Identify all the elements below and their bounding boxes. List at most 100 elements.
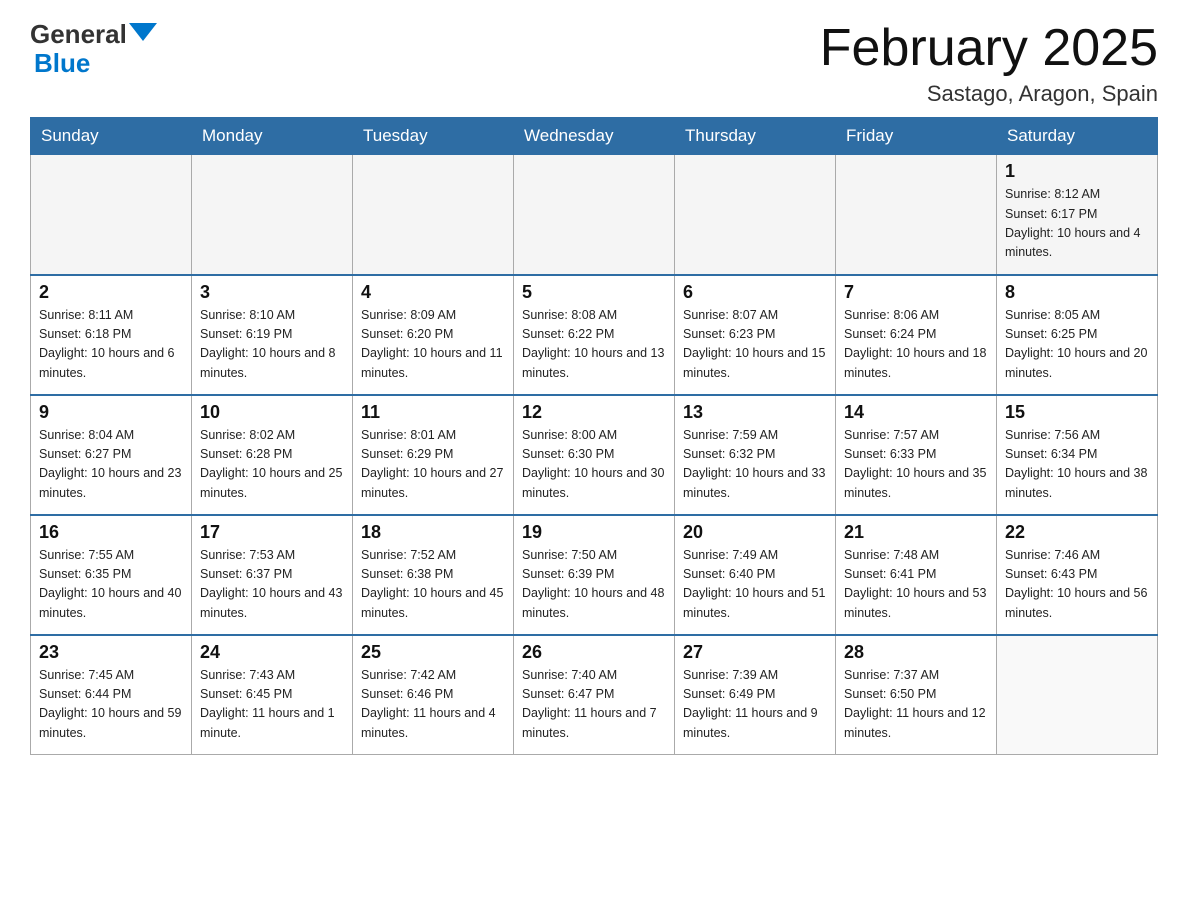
day-number: 28 bbox=[844, 642, 988, 663]
day-number: 16 bbox=[39, 522, 183, 543]
table-row bbox=[836, 155, 997, 275]
day-info: Sunrise: 8:02 AMSunset: 6:28 PMDaylight:… bbox=[200, 426, 344, 504]
day-info: Sunrise: 7:45 AMSunset: 6:44 PMDaylight:… bbox=[39, 666, 183, 744]
day-number: 7 bbox=[844, 282, 988, 303]
day-info: Sunrise: 8:05 AMSunset: 6:25 PMDaylight:… bbox=[1005, 306, 1149, 384]
table-row: 17 Sunrise: 7:53 AMSunset: 6:37 PMDayligh… bbox=[192, 515, 353, 635]
table-row: 18Sunrise: 7:52 AMSunset: 6:38 PMDayligh… bbox=[353, 515, 514, 635]
table-row: 26 Sunrise: 7:40 AMSunset: 6:47 PMDayligh… bbox=[514, 635, 675, 755]
day-number: 22 bbox=[1005, 522, 1149, 543]
logo: General Blue bbox=[30, 20, 157, 77]
table-row: 2 Sunrise: 8:11 AMSunset: 6:18 PMDaylight… bbox=[31, 275, 192, 395]
header-saturday: Saturday bbox=[997, 118, 1158, 155]
table-row bbox=[675, 155, 836, 275]
table-row: 15 Sunrise: 7:56 AMSunset: 6:34 PMDayligh… bbox=[997, 395, 1158, 515]
location-subtitle: Sastago, Aragon, Spain bbox=[820, 81, 1158, 107]
day-info: Sunrise: 7:46 AMSunset: 6:43 PMDaylight:… bbox=[1005, 546, 1149, 624]
day-info: Sunrise: 7:59 AMSunset: 6:32 PMDaylight:… bbox=[683, 426, 827, 504]
table-row bbox=[997, 635, 1158, 755]
day-number: 8 bbox=[1005, 282, 1149, 303]
day-number: 15 bbox=[1005, 402, 1149, 423]
day-info: Sunrise: 7:49 AMSunset: 6:40 PMDaylight:… bbox=[683, 546, 827, 624]
day-number: 4 bbox=[361, 282, 505, 303]
table-row bbox=[31, 155, 192, 275]
table-row: 14Sunrise: 7:57 AMSunset: 6:33 PMDayligh… bbox=[836, 395, 997, 515]
day-number: 21 bbox=[844, 522, 988, 543]
day-number: 13 bbox=[683, 402, 827, 423]
day-number: 24 bbox=[200, 642, 344, 663]
title-block: February 2025 Sastago, Aragon, Spain bbox=[820, 20, 1158, 107]
day-number: 18 bbox=[361, 522, 505, 543]
table-row: 5 Sunrise: 8:08 AMSunset: 6:22 PMDaylight… bbox=[514, 275, 675, 395]
day-number: 11 bbox=[361, 402, 505, 423]
day-info: Sunrise: 7:42 AMSunset: 6:46 PMDaylight:… bbox=[361, 666, 505, 744]
day-number: 2 bbox=[39, 282, 183, 303]
table-row: 22 Sunrise: 7:46 AMSunset: 6:43 PMDayligh… bbox=[997, 515, 1158, 635]
day-info: Sunrise: 8:10 AMSunset: 6:19 PMDaylight:… bbox=[200, 306, 344, 384]
calendar-week-2: 2 Sunrise: 8:11 AMSunset: 6:18 PMDaylight… bbox=[31, 275, 1158, 395]
day-number: 1 bbox=[1005, 161, 1149, 182]
day-info: Sunrise: 8:11 AMSunset: 6:18 PMDaylight:… bbox=[39, 306, 183, 384]
header-tuesday: Tuesday bbox=[353, 118, 514, 155]
table-row: 27 Sunrise: 7:39 AMSunset: 6:49 PMDayligh… bbox=[675, 635, 836, 755]
page-header: General Blue February 2025 Sastago, Arag… bbox=[30, 20, 1158, 107]
table-row: 3 Sunrise: 8:10 AMSunset: 6:19 PMDaylight… bbox=[192, 275, 353, 395]
day-number: 9 bbox=[39, 402, 183, 423]
day-info: Sunrise: 8:12 AMSunset: 6:17 PMDaylight:… bbox=[1005, 185, 1149, 263]
calendar-week-3: 9Sunrise: 8:04 AMSunset: 6:27 PMDaylight… bbox=[31, 395, 1158, 515]
table-row: 7Sunrise: 8:06 AMSunset: 6:24 PMDaylight… bbox=[836, 275, 997, 395]
table-row: 13 Sunrise: 7:59 AMSunset: 6:32 PMDayligh… bbox=[675, 395, 836, 515]
day-number: 25 bbox=[361, 642, 505, 663]
day-info: Sunrise: 7:53 AMSunset: 6:37 PMDaylight:… bbox=[200, 546, 344, 624]
day-info: Sunrise: 7:37 AMSunset: 6:50 PMDaylight:… bbox=[844, 666, 988, 744]
day-info: Sunrise: 7:48 AMSunset: 6:41 PMDaylight:… bbox=[844, 546, 988, 624]
table-row: 12 Sunrise: 8:00 AMSunset: 6:30 PMDayligh… bbox=[514, 395, 675, 515]
day-number: 3 bbox=[200, 282, 344, 303]
table-row: 16 Sunrise: 7:55 AMSunset: 6:35 PMDayligh… bbox=[31, 515, 192, 635]
table-row: 28 Sunrise: 7:37 AMSunset: 6:50 PMDayligh… bbox=[836, 635, 997, 755]
table-row: 23 Sunrise: 7:45 AMSunset: 6:44 PMDayligh… bbox=[31, 635, 192, 755]
day-number: 17 bbox=[200, 522, 344, 543]
day-info: Sunrise: 7:39 AMSunset: 6:49 PMDaylight:… bbox=[683, 666, 827, 744]
header-friday: Friday bbox=[836, 118, 997, 155]
weekday-header-row: Sunday Monday Tuesday Wednesday Thursday… bbox=[31, 118, 1158, 155]
table-row: 8 Sunrise: 8:05 AMSunset: 6:25 PMDaylight… bbox=[997, 275, 1158, 395]
table-row bbox=[514, 155, 675, 275]
day-number: 27 bbox=[683, 642, 827, 663]
header-sunday: Sunday bbox=[31, 118, 192, 155]
day-number: 5 bbox=[522, 282, 666, 303]
table-row: 19Sunrise: 7:50 AMSunset: 6:39 PMDayligh… bbox=[514, 515, 675, 635]
table-row: 24Sunrise: 7:43 AMSunset: 6:45 PMDayligh… bbox=[192, 635, 353, 755]
calendar-table: Sunday Monday Tuesday Wednesday Thursday… bbox=[30, 117, 1158, 755]
header-thursday: Thursday bbox=[675, 118, 836, 155]
table-row: 11Sunrise: 8:01 AMSunset: 6:29 PMDayligh… bbox=[353, 395, 514, 515]
day-info: Sunrise: 8:00 AMSunset: 6:30 PMDaylight:… bbox=[522, 426, 666, 504]
logo-triangle-icon bbox=[129, 23, 157, 41]
calendar-week-5: 23 Sunrise: 7:45 AMSunset: 6:44 PMDayligh… bbox=[31, 635, 1158, 755]
header-monday: Monday bbox=[192, 118, 353, 155]
calendar-week-1: 1 Sunrise: 8:12 AMSunset: 6:17 PMDaylight… bbox=[31, 155, 1158, 275]
table-row bbox=[192, 155, 353, 275]
table-row: 25 Sunrise: 7:42 AMSunset: 6:46 PMDayligh… bbox=[353, 635, 514, 755]
day-info: Sunrise: 7:56 AMSunset: 6:34 PMDaylight:… bbox=[1005, 426, 1149, 504]
day-number: 20 bbox=[683, 522, 827, 543]
day-number: 14 bbox=[844, 402, 988, 423]
table-row bbox=[353, 155, 514, 275]
day-info: Sunrise: 7:55 AMSunset: 6:35 PMDaylight:… bbox=[39, 546, 183, 624]
logo-general-text: General bbox=[30, 20, 127, 49]
day-info: Sunrise: 8:08 AMSunset: 6:22 PMDaylight:… bbox=[522, 306, 666, 384]
table-row: 9Sunrise: 8:04 AMSunset: 6:27 PMDaylight… bbox=[31, 395, 192, 515]
day-number: 6 bbox=[683, 282, 827, 303]
day-info: Sunrise: 7:40 AMSunset: 6:47 PMDaylight:… bbox=[522, 666, 666, 744]
day-number: 12 bbox=[522, 402, 666, 423]
day-number: 26 bbox=[522, 642, 666, 663]
logo-blue-text: Blue bbox=[34, 49, 90, 78]
day-number: 23 bbox=[39, 642, 183, 663]
day-info: Sunrise: 8:07 AMSunset: 6:23 PMDaylight:… bbox=[683, 306, 827, 384]
table-row: 10Sunrise: 8:02 AMSunset: 6:28 PMDayligh… bbox=[192, 395, 353, 515]
table-row: 20 Sunrise: 7:49 AMSunset: 6:40 PMDayligh… bbox=[675, 515, 836, 635]
month-year-title: February 2025 bbox=[820, 20, 1158, 77]
day-number: 19 bbox=[522, 522, 666, 543]
table-row: 6 Sunrise: 8:07 AMSunset: 6:23 PMDaylight… bbox=[675, 275, 836, 395]
table-row: 1 Sunrise: 8:12 AMSunset: 6:17 PMDaylight… bbox=[997, 155, 1158, 275]
